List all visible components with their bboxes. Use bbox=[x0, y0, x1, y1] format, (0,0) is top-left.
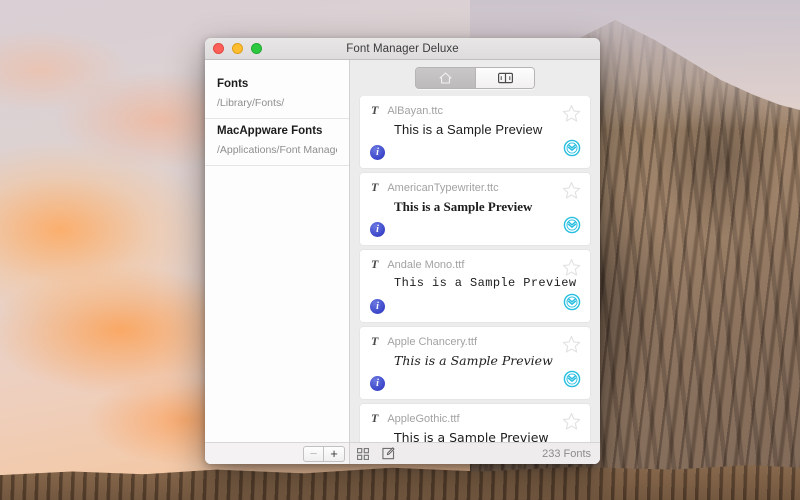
font-list-item[interactable]: T AppleGothic.ttf This is a Sample Previ… bbox=[360, 404, 590, 442]
font-type-icon: T bbox=[371, 180, 379, 194]
font-count-label: 233 Fonts bbox=[542, 447, 591, 460]
add-source-button[interactable]: + bbox=[324, 445, 345, 462]
font-preview-text: This is a Sample Preview bbox=[394, 353, 553, 368]
sidebar-item-macappware-fonts[interactable]: MacAppware Fonts /Applications/Font Mana… bbox=[205, 119, 349, 166]
installed-badge-icon[interactable] bbox=[563, 139, 581, 162]
font-file-name: Apple Chancery.ttf bbox=[387, 335, 478, 348]
favorite-star-icon[interactable] bbox=[562, 335, 581, 359]
zoom-button[interactable] bbox=[251, 43, 262, 54]
font-list-item[interactable]: T AlBayan.ttc This is a Sample Preview i bbox=[360, 96, 590, 168]
font-type-icon: T bbox=[371, 103, 379, 117]
content-toolbar bbox=[350, 60, 600, 96]
sidebar-item-fonts-title: Fonts bbox=[217, 78, 249, 90]
close-button[interactable] bbox=[213, 43, 224, 54]
font-manager-window[interactable]: Font Manager Deluxe Fonts /Library/Fonts… bbox=[205, 38, 600, 464]
tab-system-fonts[interactable] bbox=[416, 68, 475, 88]
favorite-star-icon[interactable] bbox=[562, 258, 581, 282]
font-type-icon: T bbox=[371, 411, 379, 425]
font-list-item[interactable]: T Andale Mono.ttf This is a Sample Previ… bbox=[360, 250, 590, 322]
font-card-header: T AlBayan.ttc bbox=[360, 96, 590, 118]
font-list[interactable]: T AlBayan.ttc This is a Sample Preview i bbox=[350, 96, 600, 442]
sidebar-item-fonts-path: /Library/Fonts/ bbox=[217, 97, 285, 109]
font-file-name: AmericanTypewriter.ttc bbox=[387, 181, 499, 194]
font-card-header: T AppleGothic.ttf bbox=[360, 404, 590, 426]
view-mode-segmented-control[interactable] bbox=[415, 67, 535, 89]
installed-badge-icon[interactable] bbox=[563, 216, 581, 239]
font-list-item[interactable]: T Apple Chancery.ttf This is a Sample Pr… bbox=[360, 327, 590, 399]
home-icon bbox=[439, 72, 452, 84]
font-card-header: T Andale Mono.ttf bbox=[360, 250, 590, 272]
favorite-star-icon[interactable] bbox=[562, 412, 581, 436]
info-icon[interactable]: i bbox=[370, 145, 385, 160]
font-preview-text: This is a Sample Preview bbox=[394, 199, 533, 214]
font-preview-text: This is a Sample Preview bbox=[394, 122, 543, 137]
compose-icon[interactable] bbox=[382, 447, 395, 460]
info-icon[interactable]: i bbox=[370, 222, 385, 237]
status-bar: 233 Fonts bbox=[350, 442, 600, 464]
favorite-star-icon[interactable] bbox=[562, 181, 581, 205]
grid-view-icon[interactable] bbox=[357, 447, 369, 460]
font-file-name: Andale Mono.ttf bbox=[387, 258, 465, 271]
window-body: Fonts /Library/Fonts/ MacAppware Fonts /… bbox=[205, 60, 600, 464]
info-icon[interactable]: i bbox=[370, 376, 385, 391]
sidebar: Fonts /Library/Fonts/ MacAppware Fonts /… bbox=[205, 60, 350, 464]
info-icon[interactable]: i bbox=[370, 299, 385, 314]
font-card-header: T Apple Chancery.ttf bbox=[360, 327, 590, 349]
window-controls[interactable] bbox=[205, 43, 262, 54]
font-preview-text: This is a Sample Preview bbox=[394, 430, 549, 442]
tab-font-library[interactable] bbox=[475, 68, 534, 88]
font-type-icon: T bbox=[371, 257, 379, 271]
window-title: Font Manager Deluxe bbox=[346, 42, 459, 55]
sidebar-item-macappware-fonts-title: MacAppware Fonts bbox=[217, 125, 323, 137]
font-list-item[interactable]: T AmericanTypewriter.ttc This is a Sampl… bbox=[360, 173, 590, 245]
font-file-name: AlBayan.ttc bbox=[387, 104, 443, 117]
favorite-star-icon[interactable] bbox=[562, 104, 581, 128]
content-area: T AlBayan.ttc This is a Sample Preview i bbox=[350, 60, 600, 464]
font-card-header: T AmericanTypewriter.ttc bbox=[360, 173, 590, 195]
font-file-name: AppleGothic.ttf bbox=[387, 412, 460, 425]
book-icon bbox=[497, 72, 513, 84]
installed-badge-icon[interactable] bbox=[563, 370, 581, 393]
minimize-button[interactable] bbox=[232, 43, 243, 54]
window-titlebar[interactable]: Font Manager Deluxe bbox=[205, 38, 600, 60]
font-preview-text: This is a Sample Preview bbox=[394, 276, 577, 290]
installed-badge-icon[interactable] bbox=[563, 293, 581, 316]
source-list[interactable]: Fonts /Library/Fonts/ MacAppware Fonts /… bbox=[205, 60, 349, 442]
font-type-icon: T bbox=[371, 334, 379, 348]
remove-source-button[interactable]: − bbox=[303, 445, 324, 462]
sidebar-item-fonts[interactable]: Fonts /Library/Fonts/ bbox=[205, 72, 349, 119]
sidebar-footer: − + bbox=[205, 442, 349, 464]
sidebar-item-macappware-fonts-path: /Applications/Font Manage bbox=[217, 144, 337, 156]
